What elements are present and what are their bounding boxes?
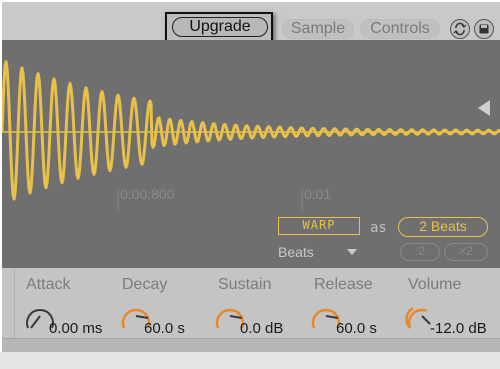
device-footer xyxy=(2,338,500,353)
envelope-section: Attack 0.00 ms Decay 60.0 s Sustain 0.0 … xyxy=(2,268,500,338)
warp-button[interactable]: WARP xyxy=(278,217,360,235)
ruler-mark-800ms: 0:00:800 xyxy=(120,186,175,202)
volume-label: Volume xyxy=(408,276,462,293)
waveform-display[interactable]: 0:00:800 0:01 WARP as 2 Beats Beats :2 ×… xyxy=(2,40,500,268)
upgrade-button[interactable]: Upgrade xyxy=(172,17,268,37)
tab-sample[interactable]: Sample xyxy=(282,19,354,39)
release-value: 60.0 s xyxy=(336,320,377,337)
bottom-area xyxy=(0,352,500,369)
sampler-device: Upgrade Sample Controls 0:00:800 0:01 WA… xyxy=(2,2,500,353)
double-button[interactable]: ×2 xyxy=(444,243,488,261)
decay-label: Decay xyxy=(122,276,168,293)
device-header: Upgrade Sample Controls xyxy=(2,2,500,42)
waveform-trace xyxy=(2,60,500,201)
attack-label: Attack xyxy=(26,276,71,293)
as-label: as xyxy=(370,220,387,236)
release-label: Release xyxy=(314,276,373,293)
decay-value: 60.0 s xyxy=(144,320,185,337)
halve-button[interactable]: :2 xyxy=(400,243,440,261)
ruler-mark-1s: 0:01 xyxy=(304,186,332,202)
sustain-value: 0.0 dB xyxy=(240,320,284,337)
tab-controls[interactable]: Controls xyxy=(360,19,440,39)
divider xyxy=(4,268,15,338)
volume-value: -12.0 dB xyxy=(430,320,487,337)
scroll-marker-icon[interactable] xyxy=(478,100,490,116)
beats-length-field[interactable]: 2 Beats xyxy=(398,217,488,237)
attack-value: 0.00 ms xyxy=(49,320,103,337)
save-preset-icon[interactable] xyxy=(474,19,494,39)
warp-mode-select[interactable]: Beats xyxy=(278,244,314,260)
sustain-label: Sustain xyxy=(218,276,272,293)
hot-swap-icon[interactable] xyxy=(450,19,470,39)
chevron-down-icon[interactable] xyxy=(347,249,357,255)
